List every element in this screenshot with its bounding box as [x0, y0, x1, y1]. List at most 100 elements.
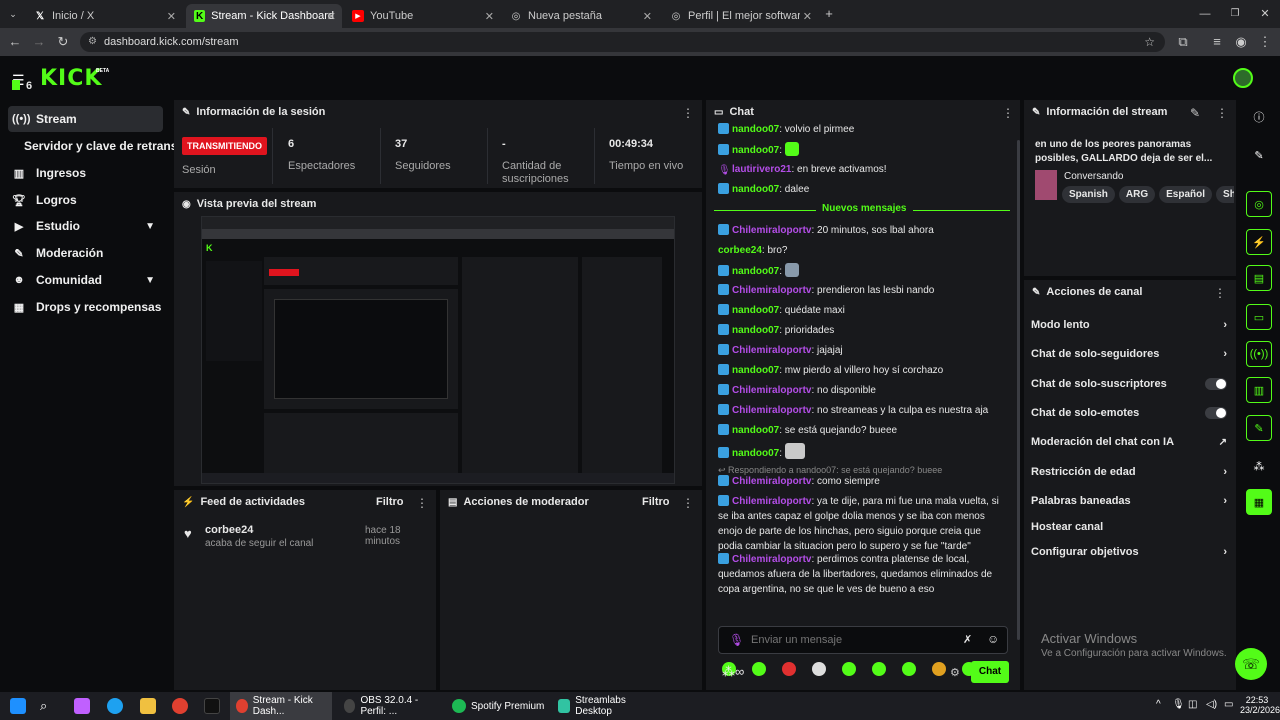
activity-user[interactable]: corbee24 [205, 524, 253, 536]
maximize-icon[interactable]: ❐ [1226, 5, 1244, 23]
taskbar-app-chrome[interactable]: Stream - Kick Dash... [230, 692, 332, 720]
tray-mic-icon[interactable]: 🎙︎ [1172, 699, 1185, 710]
window-close-icon[interactable]: ✕ [1256, 5, 1274, 23]
chat-username[interactable]: nandoo07 [732, 325, 779, 336]
tab-x[interactable]: 𝕏 Inicio / X ✕ [26, 4, 182, 28]
copilot-icon[interactable] [74, 698, 90, 714]
action-goals[interactable]: Configurar objetivos › [1031, 546, 1227, 558]
search-icon[interactable]: ⌕ [40, 698, 56, 714]
tag[interactable]: Español [1159, 186, 1213, 203]
bookmark-star-icon[interactable]: ☆ [1144, 32, 1155, 52]
broadcast-icon[interactable]: ((•)) [1246, 341, 1272, 367]
filter-button[interactable]: Filtro [376, 496, 404, 508]
tiktok-icon[interactable] [204, 698, 220, 714]
emote-icon[interactable] [842, 662, 856, 676]
more-options-icon[interactable]: ⋮ [682, 496, 694, 510]
chat-scrollbar[interactable] [1017, 140, 1020, 640]
emote-icon[interactable] [872, 662, 886, 676]
chat-username[interactable]: nandoo07 [732, 425, 779, 436]
translate-icon[interactable]: ✗ [963, 633, 972, 646]
chat-message-input[interactable] [751, 631, 951, 649]
chat-input-box[interactable]: 🎙︎ ✗ ☺ [718, 626, 1008, 654]
close-icon[interactable]: ✕ [485, 10, 494, 23]
chat-username[interactable]: nandoo07 [732, 365, 779, 376]
new-tab-icon[interactable]: + [820, 5, 838, 23]
chat-username[interactable]: nandoo07 [732, 305, 779, 316]
profile-icon[interactable]: ◉ [1232, 33, 1250, 51]
taskbar-app-streamlabs[interactable]: Streamlabs Desktop [552, 692, 654, 720]
tag[interactable]: Spanish [1062, 186, 1115, 203]
send-chat-button[interactable]: Chat [971, 661, 1009, 683]
action-banned-words[interactable]: Palabras baneadas › [1031, 495, 1227, 507]
chat-username[interactable]: nandoo07 [732, 448, 779, 459]
chat-username[interactable]: lautirivero21 [732, 164, 791, 175]
sidebar-item-achievements[interactable]: 🏆︎ Logros [8, 187, 163, 213]
windows-start-icon[interactable] [10, 698, 26, 714]
subs-only-toggle[interactable] [1205, 378, 1227, 390]
close-icon[interactable]: ✕ [167, 10, 176, 23]
chat-username[interactable]: nandoo07 [732, 266, 779, 277]
close-icon[interactable]: ✕ [643, 10, 652, 23]
tab-new[interactable]: ◎ Nueva pestaña ✕ [502, 4, 658, 28]
action-host-channel[interactable]: Hostear canal [1031, 521, 1227, 533]
more-options-icon[interactable]: ⋮ [1214, 286, 1226, 300]
tab-streamlabs[interactable]: ◎ Perfil | El mejor software para p ✕ [662, 4, 818, 28]
stream-preview-video[interactable]: K [201, 216, 675, 484]
chat-username[interactable]: corbee24 [718, 245, 762, 256]
edit-pencil-icon[interactable]: ✎ [1190, 106, 1200, 120]
sidebar-item-stream[interactable]: ((•)) Stream [8, 106, 163, 132]
sidebar-item-drops[interactable]: ▦ Drops y recompensas [8, 294, 163, 320]
tray-battery-icon[interactable]: ▭ [1224, 699, 1233, 710]
more-options-icon[interactable]: ⋮ [682, 106, 694, 120]
emote-icon[interactable] [932, 662, 946, 676]
more-options-icon[interactable]: ⋮ [1216, 106, 1228, 120]
taskbar-app-obs[interactable]: OBS 32.0.4 - Perfil: ... [338, 692, 440, 720]
chat-icon[interactable]: ▭ [1246, 304, 1272, 330]
emote-icon[interactable] [752, 662, 766, 676]
chat-username[interactable]: Chilemiraloportv [732, 476, 811, 487]
chat-username[interactable]: Chilemiraloportv [732, 405, 811, 416]
action-slow-mode[interactable]: Modo lento › [1031, 319, 1227, 331]
chat-settings-icon[interactable]: ⚙ [950, 666, 960, 679]
sidebar-item-income[interactable]: ▥ Ingresos [8, 160, 163, 186]
sidebar-item-community[interactable]: ☻ Comunidad ▼ [8, 267, 163, 293]
chat-username[interactable]: Chilemiraloportv [732, 554, 811, 565]
category-thumbnail[interactable] [1035, 170, 1057, 200]
user-avatar[interactable] [1233, 68, 1253, 88]
edit-icon[interactable]: ✎ [1246, 142, 1272, 168]
category-name[interactable]: Conversando [1064, 171, 1123, 182]
action-age-restriction[interactable]: Restricción de edad › [1031, 466, 1227, 478]
minimize-icon[interactable]: — [1196, 5, 1214, 23]
clock[interactable]: 22:53 23/2/2026 [1240, 695, 1280, 715]
emoji-picker-icon[interactable]: ☺ [987, 632, 999, 646]
emote-icon[interactable] [782, 662, 796, 676]
sidebar-item-moderation[interactable]: ✎ Moderación [8, 240, 163, 266]
url-field[interactable]: ⚙ dashboard.kick.com/stream ☆ [80, 32, 1165, 52]
tab-search-icon[interactable]: ⌄ [4, 5, 22, 23]
menu-icon[interactable]: ⋮ [1256, 33, 1274, 51]
back-icon[interactable]: ← [6, 33, 24, 51]
chat-username[interactable]: nandoo07 [732, 124, 779, 135]
file-explorer-icon[interactable] [140, 698, 156, 714]
lightning-icon[interactable]: ⚡ [1246, 229, 1272, 255]
clapperboard-icon[interactable]: ▦ [1246, 489, 1272, 515]
close-icon[interactable]: ✕ [803, 10, 812, 23]
more-options-icon[interactable]: ⋮ [1002, 106, 1014, 120]
tab-kick[interactable]: K Stream - Kick Dashboard ✕ [186, 4, 342, 28]
emote-icon[interactable] [902, 662, 916, 676]
layout-icon[interactable]: ▥ [1246, 377, 1272, 403]
community-icon[interactable]: ⁂∞ [722, 664, 744, 680]
microphone-icon[interactable]: 🎙︎ [729, 633, 744, 647]
tag[interactable]: ARG [1118, 186, 1156, 203]
close-icon[interactable]: ✕ [327, 10, 336, 23]
tray-network-icon[interactable]: ◫ [1188, 699, 1197, 710]
chrome-icon[interactable] [172, 698, 188, 714]
site-info-icon[interactable]: ⚙ [88, 32, 97, 52]
chat-username[interactable]: Chilemiraloportv [732, 385, 811, 396]
wrench-icon[interactable]: ✎ [1246, 415, 1272, 441]
edge-icon[interactable] [107, 698, 123, 714]
tab-youtube[interactable]: ▶ YouTube ✕ [344, 4, 500, 28]
action-followers-only[interactable]: Chat de solo-seguidores › [1031, 348, 1227, 360]
sidebar-item-server-key[interactable]: Servidor y clave de retransm [20, 133, 180, 159]
action-ai-moderation[interactable]: Moderación del chat con IA ↗ [1031, 436, 1227, 448]
